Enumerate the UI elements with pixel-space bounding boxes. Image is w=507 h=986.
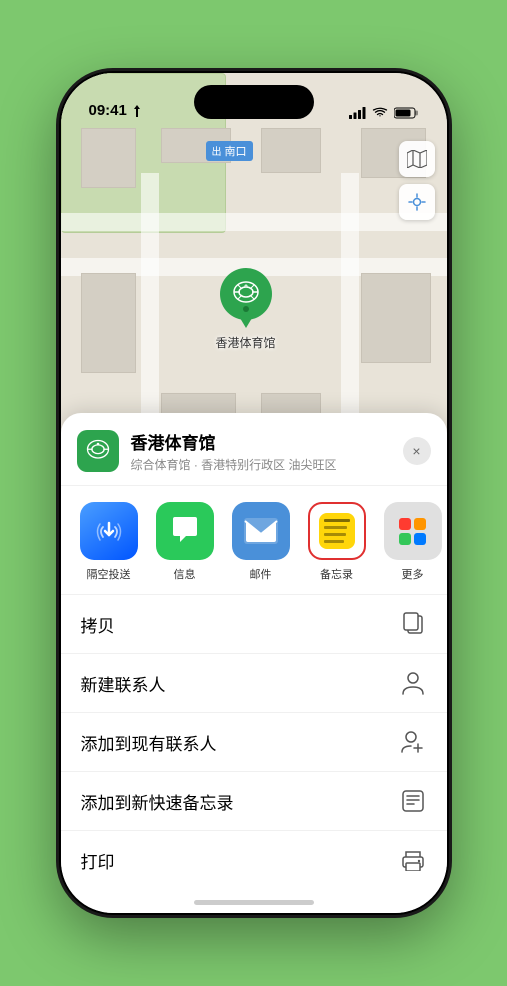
mail-icon	[232, 502, 290, 560]
action-add-contact[interactable]: 添加到现有联系人	[61, 713, 447, 772]
new-contact-label: 新建联系人	[81, 671, 166, 696]
message-icon	[156, 502, 214, 560]
venue-info: 香港体育馆 综合体育馆 · 香港特别行政区 油尖旺区	[131, 429, 403, 473]
add-contact-label: 添加到现有联系人	[81, 730, 217, 755]
more-label: 更多	[402, 566, 424, 582]
message-label: 信息	[174, 566, 196, 582]
quick-note-label: 添加到新快速备忘录	[81, 789, 234, 814]
map-type-button[interactable]	[399, 141, 435, 177]
share-item-more[interactable]: 更多	[381, 502, 445, 582]
status-time: 09:41	[89, 102, 142, 119]
status-icons	[349, 107, 419, 119]
copy-icon	[399, 610, 427, 638]
venue-icon	[77, 430, 119, 472]
venue-pin[interactable]: 香港体育馆	[216, 268, 276, 351]
person-add-icon	[399, 728, 427, 756]
print-icon	[399, 846, 427, 874]
dynamic-island	[194, 85, 314, 119]
notes-label: 备忘录	[320, 566, 353, 582]
notes-icon	[308, 502, 366, 560]
venue-subtitle: 综合体育馆 · 香港特别行政区 油尖旺区	[131, 456, 403, 473]
bottom-sheet: 香港体育馆 综合体育馆 · 香港特别行政区 油尖旺区 ×	[61, 413, 447, 913]
map-entrance-label: 出南口	[206, 141, 253, 161]
sheet-header: 香港体育馆 综合体育馆 · 香港特别行政区 油尖旺区 ×	[61, 413, 447, 486]
person-icon	[399, 669, 427, 697]
share-item-airdrop[interactable]: 隔空投送	[77, 502, 141, 582]
share-item-message[interactable]: 信息	[153, 502, 217, 582]
close-button[interactable]: ×	[403, 437, 431, 465]
copy-label: 拷贝	[81, 612, 115, 637]
share-item-notes[interactable]: 备忘录	[305, 502, 369, 582]
note-icon	[399, 787, 427, 815]
share-item-mail[interactable]: 邮件	[229, 502, 293, 582]
print-label: 打印	[81, 848, 115, 873]
mail-label: 邮件	[250, 566, 272, 582]
airdrop-icon	[80, 502, 138, 560]
venue-name: 香港体育馆	[131, 429, 403, 454]
home-indicator	[194, 900, 314, 905]
action-new-contact[interactable]: 新建联系人	[61, 654, 447, 713]
share-row: 隔空投送 信息	[61, 486, 447, 595]
action-print[interactable]: 打印	[61, 831, 447, 889]
more-icon	[384, 502, 442, 560]
airdrop-label: 隔空投送	[87, 566, 131, 582]
venue-pin-label: 香港体育馆	[216, 334, 276, 351]
action-copy[interactable]: 拷贝	[61, 595, 447, 654]
action-quick-note[interactable]: 添加到新快速备忘录	[61, 772, 447, 831]
location-button[interactable]	[399, 184, 435, 220]
map-controls	[399, 141, 435, 220]
